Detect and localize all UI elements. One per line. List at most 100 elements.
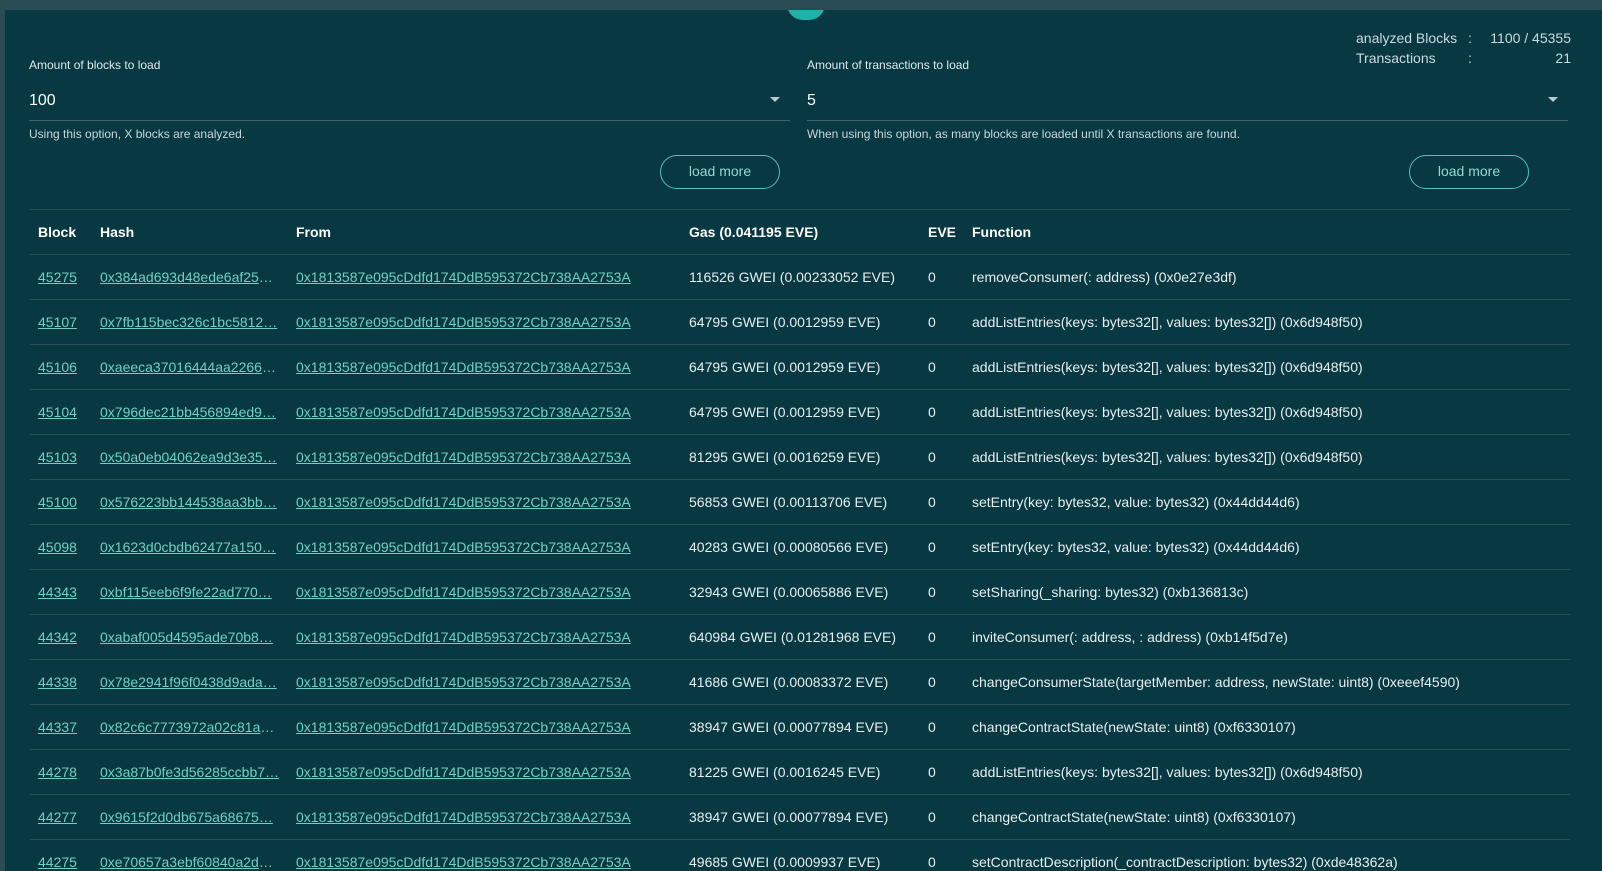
- block-number-link[interactable]: 44342: [38, 629, 77, 645]
- from-cell: 0x1813587e095cDdfd174DdB595372Cb738AA275…: [288, 434, 681, 480]
- transaction-hash-link[interactable]: 0x7fb115bec326c1bc5812…: [100, 314, 280, 330]
- gas-cell: 40283 GWEI (0.00080566 EVE): [681, 524, 920, 570]
- table-row: 44338 0x78e2941f96f0438d9ada… 0x1813587e09…: [30, 659, 1570, 705]
- transactions-amount-field: Amount of transactions to load 5 When us…: [807, 58, 1568, 141]
- block-cell: 45098: [30, 524, 92, 570]
- from-address-link[interactable]: 0x1813587e095cDdfd174DdB595372Cb738AA275…: [296, 314, 631, 330]
- from-address-link[interactable]: 0x1813587e095cDdfd174DdB595372Cb738AA275…: [296, 764, 631, 780]
- transaction-hash-link[interactable]: 0x9615f2d0db675a68675…: [100, 809, 280, 825]
- block-cell: 45106: [30, 344, 92, 390]
- blocks-amount-select[interactable]: 100: [29, 90, 790, 121]
- block-number-link[interactable]: 44275: [38, 854, 77, 870]
- load-more-blocks-button[interactable]: load more: [660, 155, 780, 189]
- gas-cell: 49685 GWEI (0.0009937 EVE): [681, 839, 920, 871]
- block-number-link[interactable]: 44278: [38, 764, 77, 780]
- hash-cell: 0xe70657a3ebf60840a2d2…: [92, 839, 288, 871]
- block-cell: 44342: [30, 614, 92, 660]
- transactions-table-container: Block Hash From Gas (0.041195 EVE) EVE F…: [30, 209, 1570, 871]
- eve-value-cell: 0: [920, 389, 964, 435]
- table-row: 45098 0x1623d0cbdb62477a150… 0x1813587e095…: [30, 524, 1570, 570]
- column-header-function[interactable]: Function: [964, 210, 1570, 255]
- explorer-panel: analyzed Blocks : 1100 / 45355 Transacti…: [5, 10, 1602, 871]
- block-number-link[interactable]: 45275: [38, 269, 77, 285]
- hash-cell: 0xaeeca37016444aa22668…: [92, 344, 288, 390]
- column-header-gas[interactable]: Gas (0.041195 EVE): [681, 210, 920, 255]
- transaction-hash-link[interactable]: 0x78e2941f96f0438d9ada…: [100, 674, 280, 690]
- from-cell: 0x1813587e095cDdfd174DdB595372Cb738AA275…: [288, 299, 681, 345]
- transaction-hash-link[interactable]: 0x3a87b0fe3d56285ccbb7…: [100, 764, 280, 780]
- from-address-link[interactable]: 0x1813587e095cDdfd174DdB595372Cb738AA275…: [296, 494, 631, 510]
- block-number-link[interactable]: 45106: [38, 359, 77, 375]
- function-signature-cell: addListEntries(keys: bytes32[], values: …: [964, 434, 1570, 480]
- column-header-hash[interactable]: Hash: [92, 210, 288, 255]
- from-cell: 0x1813587e095cDdfd174DdB595372Cb738AA275…: [288, 389, 681, 435]
- table-row: 45104 0x796dec21bb456894ed9… 0x1813587e095…: [30, 389, 1570, 435]
- block-number-link[interactable]: 45104: [38, 404, 77, 420]
- transaction-hash-link[interactable]: 0x82c6c7773972a02c81ab…: [100, 719, 280, 735]
- from-address-link[interactable]: 0x1813587e095cDdfd174DdB595372Cb738AA275…: [296, 809, 631, 825]
- hash-cell: 0x50a0eb04062ea9d3e35…: [92, 434, 288, 480]
- transaction-hash-link[interactable]: 0xbf115eeb6f9fe22ad770…: [100, 584, 280, 600]
- table-row: 45106 0xaeeca37016444aa22668… 0x1813587e09…: [30, 344, 1570, 390]
- gas-cell: 41686 GWEI (0.00083372 EVE): [681, 659, 920, 705]
- gas-cell: 81225 GWEI (0.0016245 EVE): [681, 749, 920, 795]
- hash-cell: 0x7fb115bec326c1bc5812…: [92, 299, 288, 345]
- column-header-block[interactable]: Block: [30, 210, 92, 255]
- blocks-amount-value[interactable]: 100: [29, 92, 56, 109]
- column-header-eve[interactable]: EVE: [920, 210, 964, 255]
- transaction-hash-link[interactable]: 0xaeeca37016444aa22668…: [100, 359, 280, 375]
- from-address-link[interactable]: 0x1813587e095cDdfd174DdB595372Cb738AA275…: [296, 854, 631, 870]
- block-number-link[interactable]: 45100: [38, 494, 77, 510]
- from-cell: 0x1813587e095cDdfd174DdB595372Cb738AA275…: [288, 659, 681, 705]
- transaction-hash-link[interactable]: 0x384ad693d48ede6af25a…: [100, 269, 280, 285]
- hash-cell: 0x796dec21bb456894ed9…: [92, 389, 288, 435]
- from-address-link[interactable]: 0x1813587e095cDdfd174DdB595372Cb738AA275…: [296, 629, 631, 645]
- block-number-link[interactable]: 44277: [38, 809, 77, 825]
- hash-cell: 0x576223bb144538aa3bb…: [92, 479, 288, 525]
- block-cell: 44277: [30, 794, 92, 840]
- blocks-amount-label: Amount of blocks to load: [29, 58, 161, 72]
- block-number-link[interactable]: 45107: [38, 314, 77, 330]
- transaction-hash-link[interactable]: 0x576223bb144538aa3bb…: [100, 494, 280, 510]
- block-cell: 45100: [30, 479, 92, 525]
- top-handle-tab[interactable]: [787, 10, 825, 20]
- transaction-hash-link[interactable]: 0xabaf005d4595ade70b8…: [100, 629, 280, 645]
- block-number-link[interactable]: 44337: [38, 719, 77, 735]
- transactions-amount-value[interactable]: 5: [807, 92, 816, 109]
- chevron-down-icon[interactable]: [1548, 97, 1558, 102]
- chevron-down-icon[interactable]: [770, 97, 780, 102]
- column-header-from[interactable]: From: [288, 210, 681, 255]
- transaction-hash-link[interactable]: 0x1623d0cbdb62477a150…: [100, 539, 280, 555]
- from-address-link[interactable]: 0x1813587e095cDdfd174DdB595372Cb738AA275…: [296, 584, 631, 600]
- transactions-amount-select[interactable]: 5: [807, 90, 1568, 121]
- transaction-hash-link[interactable]: 0x50a0eb04062ea9d3e35…: [100, 449, 280, 465]
- block-number-link[interactable]: 45103: [38, 449, 77, 465]
- table-row: 44278 0x3a87b0fe3d56285ccbb7… 0x1813587e09…: [30, 749, 1570, 795]
- transaction-hash-link[interactable]: 0x796dec21bb456894ed9…: [100, 404, 280, 420]
- block-cell: 45103: [30, 434, 92, 480]
- hash-cell: 0x82c6c7773972a02c81ab…: [92, 704, 288, 750]
- from-address-link[interactable]: 0x1813587e095cDdfd174DdB595372Cb738AA275…: [296, 449, 631, 465]
- blocks-amount-field: Amount of blocks to load 100 Using this …: [29, 58, 790, 141]
- block-cell: 44278: [30, 749, 92, 795]
- eve-value-cell: 0: [920, 344, 964, 390]
- from-address-link[interactable]: 0x1813587e095cDdfd174DdB595372Cb738AA275…: [296, 719, 631, 735]
- from-address-link[interactable]: 0x1813587e095cDdfd174DdB595372Cb738AA275…: [296, 674, 631, 690]
- transaction-hash-link[interactable]: 0xe70657a3ebf60840a2d2…: [100, 854, 280, 870]
- hash-cell: 0x9615f2d0db675a68675…: [92, 794, 288, 840]
- from-address-link[interactable]: 0x1813587e095cDdfd174DdB595372Cb738AA275…: [296, 359, 631, 375]
- from-address-link[interactable]: 0x1813587e095cDdfd174DdB595372Cb738AA275…: [296, 539, 631, 555]
- block-number-link[interactable]: 44343: [38, 584, 77, 600]
- block-number-link[interactable]: 44338: [38, 674, 77, 690]
- from-address-link[interactable]: 0x1813587e095cDdfd174DdB595372Cb738AA275…: [296, 404, 631, 420]
- eve-value-cell: 0: [920, 659, 964, 705]
- function-signature-cell: addListEntries(keys: bytes32[], values: …: [964, 299, 1570, 345]
- eve-value-cell: 0: [920, 524, 964, 570]
- load-more-transactions-button[interactable]: load more: [1409, 155, 1529, 189]
- block-number-link[interactable]: 45098: [38, 539, 77, 555]
- gas-cell: 64795 GWEI (0.0012959 EVE): [681, 344, 920, 390]
- gas-cell: 38947 GWEI (0.00077894 EVE): [681, 794, 920, 840]
- from-address-link[interactable]: 0x1813587e095cDdfd174DdB595372Cb738AA275…: [296, 269, 631, 285]
- from-cell: 0x1813587e095cDdfd174DdB595372Cb738AA275…: [288, 254, 681, 300]
- eve-value-cell: 0: [920, 749, 964, 795]
